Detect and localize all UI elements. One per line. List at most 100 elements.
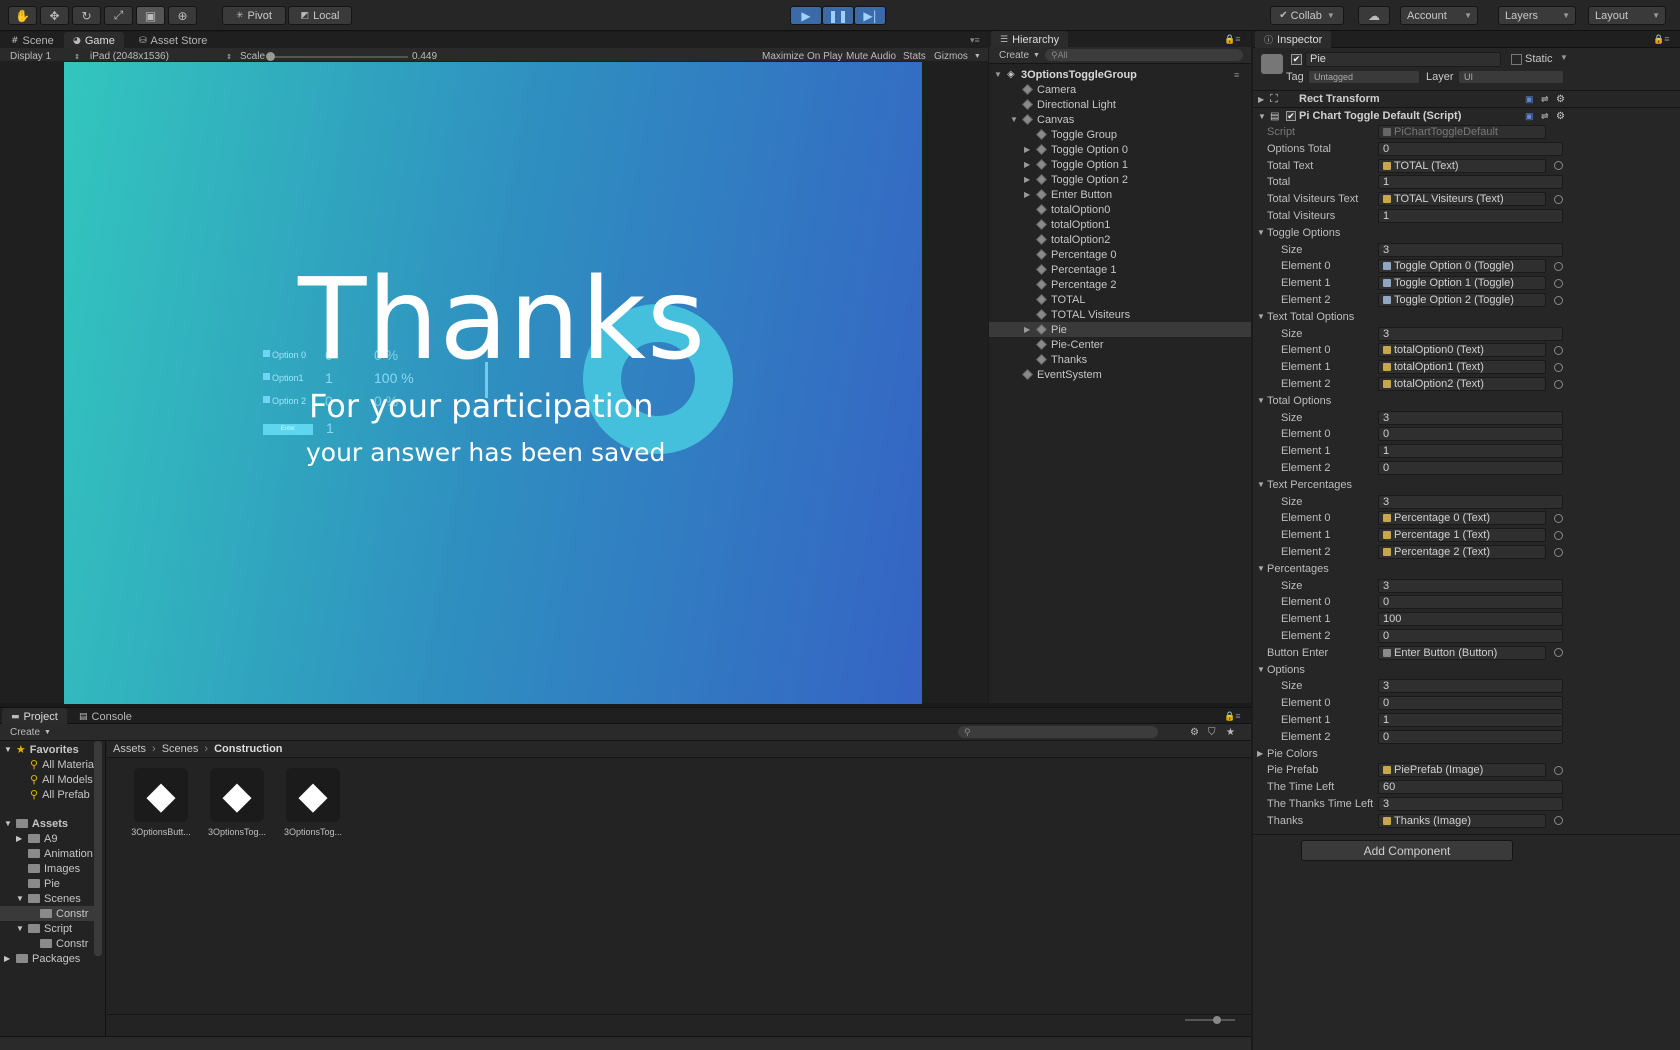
object-picker-icon[interactable]: [1554, 530, 1563, 540]
fold-open-icon[interactable]: ▼: [1010, 115, 1018, 124]
tab-inspector[interactable]: ⓘ Inspector: [1255, 31, 1332, 48]
number-field[interactable]: 100: [1378, 612, 1563, 627]
tab-asset-store[interactable]: ⛁ Asset Store: [130, 32, 216, 49]
rotate-tool-button[interactable]: ↻: [72, 6, 101, 25]
object-field[interactable]: totalOption1 (Text): [1378, 360, 1546, 375]
play-button[interactable]: ▶: [790, 6, 822, 25]
asset-tree-item[interactable]: ▼ Script: [0, 921, 94, 936]
fold-closed-icon[interactable]: ▶: [1024, 190, 1030, 199]
asset-tree-item[interactable]: Animation: [0, 846, 94, 861]
layers-dropdown[interactable]: Layers ▼: [1498, 6, 1576, 25]
object-field[interactable]: Percentage 2 (Text): [1378, 545, 1546, 559]
book-icon[interactable]: ▣: [1525, 111, 1534, 122]
assets-header[interactable]: ▼ Assets: [4, 816, 68, 831]
fold-closed-icon[interactable]: ▶: [1257, 749, 1263, 758]
object-picker-icon[interactable]: [1554, 194, 1563, 204]
hierarchy-item[interactable]: ▶ Pie: [989, 322, 1251, 337]
hierarchy-item[interactable]: totalOption1: [989, 217, 1251, 232]
component-enabled-checkbox[interactable]: ✔: [1286, 111, 1296, 121]
number-field[interactable]: 3: [1378, 797, 1563, 811]
object-field[interactable]: TOTAL (Text): [1378, 158, 1546, 173]
panel-menu-icon[interactable]: 🔒≡: [1224, 34, 1240, 45]
collab-dropdown[interactable]: ✔ Collab ▼: [1270, 6, 1344, 25]
object-picker-icon[interactable]: [1554, 816, 1563, 826]
object-field[interactable]: Percentage 0 (Text): [1378, 511, 1546, 526]
favorite-item[interactable]: ⚲ All Prefab: [30, 787, 90, 802]
script-component-header[interactable]: ▼ ▤ ✔ Pi Chart Toggle Default (Script) ▣…: [1253, 107, 1680, 124]
object-field[interactable]: PiePrefab (Image): [1378, 763, 1546, 778]
object-field[interactable]: Thanks (Image): [1378, 813, 1546, 828]
game-view[interactable]: Option 0 0 0 % Option1 1 100 % Option 2 …: [64, 62, 922, 704]
tab-scene[interactable]: # Scene: [2, 32, 63, 49]
project-create-dropdown[interactable]: Create ▼: [10, 724, 51, 741]
enter-button[interactable]: Enter: [263, 424, 313, 435]
pivot-button[interactable]: ✳ Pivot: [222, 6, 286, 25]
number-field[interactable]: 3: [1378, 410, 1563, 425]
asset-tree-item[interactable]: Images: [0, 861, 94, 876]
hierarchy-search-input[interactable]: ⚲ All: [1045, 49, 1243, 61]
tab-console[interactable]: ▤ Console: [70, 708, 141, 725]
object-field[interactable]: PiChartToggleDefault: [1378, 125, 1546, 139]
hierarchy-item[interactable]: ▶ Toggle Option 1: [989, 157, 1251, 172]
asset-tree-item[interactable]: Constr: [0, 906, 94, 921]
object-picker-icon[interactable]: [1554, 161, 1563, 171]
filter-type-icon[interactable]: ⚙: [1190, 724, 1199, 741]
transform-tool-button[interactable]: ⊕: [168, 6, 197, 25]
number-field[interactable]: 3: [1378, 326, 1563, 341]
star-icon[interactable]: ★: [1226, 724, 1235, 741]
asset-tree-item[interactable]: Pie: [0, 876, 94, 891]
panel-menu-icon[interactable]: 🔒≡: [1653, 34, 1669, 45]
number-field[interactable]: 1: [1378, 444, 1563, 459]
account-dropdown[interactable]: Account ▼: [1400, 6, 1478, 25]
object-field[interactable]: Toggle Option 1 (Toggle): [1378, 276, 1546, 291]
rect-transform-header[interactable]: ▶ ⛶ Rect Transform ▣ ⇌ ⚙: [1253, 90, 1680, 107]
number-field[interactable]: 0: [1378, 629, 1563, 643]
breadcrumb-construction[interactable]: Construction: [214, 743, 282, 755]
settings-icon[interactable]: ⇌: [1541, 111, 1549, 122]
hierarchy-item[interactable]: EventSystem: [989, 367, 1251, 382]
chevron-down-icon[interactable]: ▼: [1560, 53, 1568, 62]
tag-dropdown[interactable]: Untagged: [1309, 71, 1419, 83]
fold-open-icon[interactable]: ▼: [1257, 228, 1265, 237]
layer-dropdown[interactable]: UI: [1459, 71, 1563, 83]
hierarchy-item[interactable]: Toggle Group: [989, 127, 1251, 142]
asset-item[interactable]: ◆ 3OptionsTog...: [201, 768, 273, 837]
toggle-option-0-box[interactable]: [263, 350, 270, 357]
object-picker-icon[interactable]: [1554, 513, 1563, 523]
favorites-header[interactable]: ▼ ★ Favorites: [4, 742, 79, 757]
fold-closed-icon[interactable]: ▶: [1024, 145, 1030, 154]
tab-project[interactable]: ▬ Project: [2, 708, 67, 725]
gear-icon[interactable]: ⚙: [1556, 94, 1565, 105]
number-field[interactable]: 0: [1378, 595, 1563, 610]
object-field[interactable]: totalOption2 (Text): [1378, 377, 1546, 391]
asset-tree-item[interactable]: Constr: [0, 936, 94, 951]
hand-tool-button[interactable]: ✋: [8, 6, 37, 25]
fold-open-icon[interactable]: ▼: [1257, 665, 1265, 674]
asset-item[interactable]: ◆ 3OptionsButt...: [125, 768, 197, 837]
active-checkbox[interactable]: ✔: [1291, 54, 1302, 65]
root-menu-icon[interactable]: ≡: [1234, 70, 1239, 80]
object-picker-icon[interactable]: [1554, 345, 1563, 355]
object-name-field[interactable]: Pie: [1305, 52, 1501, 67]
number-field[interactable]: 1: [1378, 175, 1563, 190]
object-picker-icon[interactable]: [1554, 278, 1563, 288]
filter-label-icon[interactable]: ⛉: [1208, 724, 1216, 741]
object-picker-icon[interactable]: [1554, 261, 1563, 271]
hierarchy-item[interactable]: totalOption0: [989, 202, 1251, 217]
settings-icon[interactable]: ⇌: [1541, 94, 1549, 105]
hierarchy-item[interactable]: ▶ Enter Button: [989, 187, 1251, 202]
fold-open-icon[interactable]: ▼: [1257, 396, 1265, 405]
object-field[interactable]: Toggle Option 2 (Toggle): [1378, 293, 1546, 307]
number-field[interactable]: 3: [1378, 242, 1563, 257]
object-field[interactable]: Enter Button (Button): [1378, 645, 1546, 660]
hierarchy-create-dropdown[interactable]: Create ▼: [999, 47, 1040, 64]
hierarchy-item[interactable]: Percentage 1: [989, 262, 1251, 277]
object-picker-icon[interactable]: [1554, 765, 1563, 775]
pause-button[interactable]: ❚❚: [822, 6, 854, 25]
hierarchy-item[interactable]: TOTAL Visiteurs: [989, 307, 1251, 322]
hierarchy-item[interactable]: Percentage 2: [989, 277, 1251, 292]
hierarchy-item[interactable]: Camera: [989, 82, 1251, 97]
hierarchy-item[interactable]: Directional Light: [989, 97, 1251, 112]
number-field[interactable]: 0: [1378, 696, 1563, 711]
object-picker-icon[interactable]: [1554, 547, 1563, 557]
